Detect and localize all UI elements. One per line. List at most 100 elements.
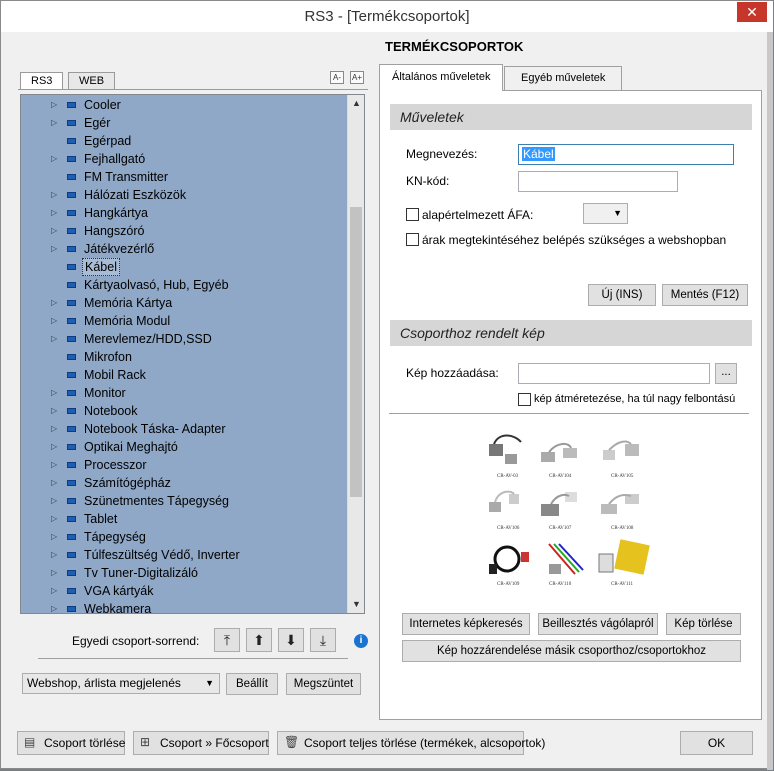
tree-item[interactable]: FM Transmitter xyxy=(21,168,346,186)
tree-item[interactable]: Kábel xyxy=(21,258,346,276)
expand-arrow-icon[interactable]: ▷ xyxy=(51,528,59,546)
internet-image-search-button[interactable]: Internetes képkeresés xyxy=(402,613,530,635)
expand-arrow-icon[interactable]: ▷ xyxy=(51,204,59,222)
tab-rs3[interactable]: RS3 xyxy=(20,72,64,90)
expand-arrow-icon[interactable]: ▷ xyxy=(51,384,59,402)
expand-arrow-icon[interactable]: ▷ xyxy=(51,438,59,456)
category-node-icon xyxy=(67,606,76,612)
tree-item[interactable]: ▷ Tápegység xyxy=(21,528,346,546)
tab-general-operations[interactable]: Általános műveletek xyxy=(379,64,504,91)
expand-arrow-icon[interactable]: ▷ xyxy=(51,330,59,348)
tree-item-label: Notebook Táska- Adapter xyxy=(84,422,226,436)
assign-image-button[interactable]: Kép hozzárendelése másik csoporthoz/csop… xyxy=(402,640,741,662)
tree-item[interactable]: ▷ Fejhallgató xyxy=(21,150,346,168)
scroll-down-icon[interactable]: ▼ xyxy=(348,596,364,613)
move-bottom-button[interactable]: ⤓ xyxy=(310,628,336,652)
scroll-up-icon[interactable]: ▲ xyxy=(348,95,364,112)
tree-item[interactable]: ▷ Notebook xyxy=(21,402,346,420)
vat-select[interactable]: ▼ xyxy=(583,203,628,224)
new-button[interactable]: Új (INS) xyxy=(588,284,656,306)
tree-item[interactable]: Egérpad xyxy=(21,132,346,150)
kn-code-field[interactable] xyxy=(518,171,678,192)
move-top-button[interactable]: ⤒ xyxy=(214,628,240,652)
expand-arrow-icon[interactable]: ▷ xyxy=(51,582,59,600)
delete-group-label: Csoport törlése xyxy=(44,736,126,750)
display-mode-select[interactable]: Webshop, árlista megjelenés ▼ xyxy=(22,673,220,694)
default-vat-checkbox[interactable] xyxy=(406,208,419,221)
delete-image-button[interactable]: Kép törlése xyxy=(666,613,741,635)
tab-web[interactable]: WEB xyxy=(68,72,116,90)
tree-item[interactable]: ▷ Hálózati Eszközök xyxy=(21,186,346,204)
tree-item[interactable]: ▷ Tablet xyxy=(21,510,346,528)
delete-group-button[interactable]: ▤ Csoport törlése xyxy=(17,731,125,755)
expand-arrow-icon[interactable]: ▷ xyxy=(51,312,59,330)
tree-item[interactable]: ▷ Monitor xyxy=(21,384,346,402)
expand-arrow-icon[interactable]: ▷ xyxy=(51,402,59,420)
resize-image-checkbox[interactable] xyxy=(518,393,531,406)
category-tree[interactable]: ▷ Cooler ▷ Egér Egérpad ▷ Fejhallgató FM Transm… xyxy=(20,94,365,614)
expand-arrow-icon[interactable]: ▷ xyxy=(51,456,59,474)
tree-item-label: Cooler xyxy=(84,98,121,112)
login-required-checkbox[interactable] xyxy=(406,233,419,246)
tree-item[interactable]: ▷ VGA kártyák xyxy=(21,582,346,600)
expand-arrow-icon[interactable]: ▷ xyxy=(51,564,59,582)
tree-item[interactable]: ▷ Memória Kártya xyxy=(21,294,346,312)
expand-arrow-icon[interactable]: ▷ xyxy=(51,186,59,204)
ok-button[interactable]: OK xyxy=(680,731,753,755)
expand-arrow-icon[interactable]: ▷ xyxy=(51,294,59,312)
tab-other-operations[interactable]: Egyéb műveletek xyxy=(504,66,623,90)
paste-from-clipboard-button[interactable]: Beillesztés vágólapról xyxy=(538,613,658,635)
tree-item[interactable]: ▷ Szünetmentes Tápegység xyxy=(21,492,346,510)
move-down-button[interactable]: ⬇ xyxy=(278,628,304,652)
expand-arrow-icon[interactable]: ▷ xyxy=(51,474,59,492)
tree-item[interactable]: Mobil Rack xyxy=(21,366,346,384)
group-to-main-button[interactable]: ⊞ Csoport » Főcsoport xyxy=(133,731,269,755)
tree-item[interactable]: ▷ Túlfeszültség Védő, Inverter xyxy=(21,546,346,564)
expand-arrow-icon[interactable]: ▷ xyxy=(51,546,59,564)
save-button[interactable]: Mentés (F12) xyxy=(662,284,748,306)
expand-arrow-icon[interactable]: ▷ xyxy=(51,96,59,114)
tree-item[interactable]: ▷ Hangszóró xyxy=(21,222,346,240)
name-field[interactable]: Kábel xyxy=(518,144,734,165)
close-button[interactable]: ✕ xyxy=(737,2,767,22)
tree-item[interactable]: Kártyaolvasó, Hub, Egyéb xyxy=(21,276,346,294)
image-path-field[interactable] xyxy=(518,363,710,384)
tree-item[interactable]: ▷ Hangkártya xyxy=(21,204,346,222)
expand-arrow-icon[interactable]: ▷ xyxy=(51,114,59,132)
browse-button[interactable]: ... xyxy=(715,363,737,384)
tree-item[interactable]: ▷ Webkamera xyxy=(21,600,346,613)
tree-item-label: Túlfeszültség Védő, Inverter xyxy=(84,548,240,562)
move-up-button[interactable]: ⬆ xyxy=(246,628,272,652)
tree-scrollbar[interactable]: ▲ ▼ xyxy=(347,95,364,613)
set-button[interactable]: Beállít xyxy=(226,673,278,695)
expand-arrow-icon[interactable]: ▷ xyxy=(51,510,59,528)
delete-group-fully-button[interactable]: 🗑 Csoport teljes törlése (termékek, alcs… xyxy=(277,731,545,755)
tree-item-label: Hangszóró xyxy=(84,224,145,238)
category-node-icon xyxy=(67,462,76,468)
cancel-setting-button[interactable]: Megszüntet xyxy=(286,673,361,695)
expand-arrow-icon[interactable]: ▷ xyxy=(51,240,59,258)
expand-arrow-icon[interactable]: ▷ xyxy=(51,222,59,240)
category-node-icon xyxy=(67,534,76,540)
tree-item[interactable]: ▷ Memória Modul xyxy=(21,312,346,330)
tree-item[interactable]: Mikrofon xyxy=(21,348,346,366)
tree-item[interactable]: ▷ Merevlemez/HDD,SSD xyxy=(21,330,346,348)
tree-item[interactable]: ▷ Optikai Meghajtó xyxy=(21,438,346,456)
expand-arrow-icon[interactable]: ▷ xyxy=(51,492,59,510)
tree-item[interactable]: ▷ Processzor xyxy=(21,456,346,474)
tree-item[interactable]: ▷ Egér xyxy=(21,114,346,132)
expand-arrow-icon[interactable]: ▷ xyxy=(51,600,59,613)
page-title: TERMÉKCSOPORTOK xyxy=(385,39,524,54)
trash-icon: 🗑 xyxy=(284,735,300,749)
collapse-all-icon[interactable]: A- xyxy=(330,71,344,84)
scroll-thumb[interactable] xyxy=(350,207,362,497)
tree-item[interactable]: ▷ Cooler xyxy=(21,96,346,114)
expand-arrow-icon[interactable]: ▷ xyxy=(51,150,59,168)
tree-item[interactable]: ▷ Játékvezérlő xyxy=(21,240,346,258)
tree-item[interactable]: ▷ Notebook Táska- Adapter xyxy=(21,420,346,438)
tree-item[interactable]: ▷ Tv Tuner-Digitalizáló xyxy=(21,564,346,582)
expand-all-icon[interactable]: A+ xyxy=(350,71,364,84)
info-icon[interactable]: i xyxy=(354,634,368,648)
tree-item[interactable]: ▷ Számítógépház xyxy=(21,474,346,492)
expand-arrow-icon[interactable]: ▷ xyxy=(51,420,59,438)
